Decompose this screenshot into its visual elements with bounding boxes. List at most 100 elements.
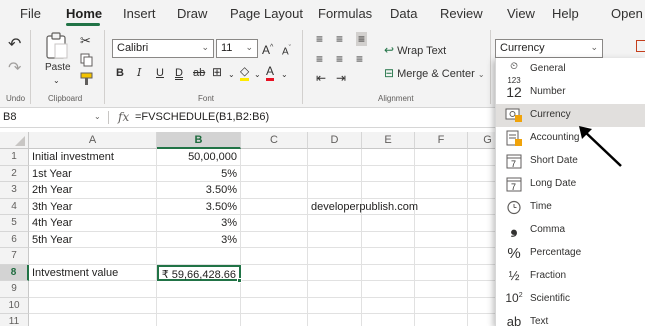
grid-cell[interactable]: [157, 297, 241, 314]
paste-icon[interactable]: [44, 32, 70, 60]
grid-cell[interactable]: [308, 281, 362, 298]
tab-data[interactable]: Data: [390, 6, 417, 21]
grid-cell[interactable]: [241, 281, 308, 298]
grid-cell[interactable]: [241, 297, 308, 314]
row-header-2[interactable]: 2: [0, 165, 29, 182]
format-scientific[interactable]: 102 Scientific: [496, 288, 645, 311]
format-text[interactable]: ab Text: [496, 311, 645, 326]
cell-a8[interactable]: Intvestment value: [29, 264, 157, 281]
grid-cell[interactable]: [362, 149, 415, 166]
grid-cell[interactable]: [415, 248, 468, 265]
grid-cell[interactable]: [308, 149, 362, 166]
grid-cell[interactable]: [308, 215, 362, 232]
cell-a2[interactable]: 1st Year: [29, 165, 157, 182]
grid-cell[interactable]: [308, 264, 362, 281]
row-header-1[interactable]: 1: [0, 149, 29, 166]
grid-cell[interactable]: [362, 264, 415, 281]
fx-icon[interactable]: fx: [118, 110, 129, 124]
grid-cell[interactable]: [308, 231, 362, 248]
row-header-4[interactable]: 4: [0, 198, 29, 215]
wrap-text-button[interactable]: ↩ Wrap Text: [384, 43, 446, 57]
cell-a5[interactable]: 4th Year: [29, 215, 157, 232]
strikethrough-icon[interactable]: ab: [193, 66, 205, 80]
paste-button[interactable]: Paste: [45, 62, 71, 73]
row-header-11[interactable]: 11: [0, 314, 29, 326]
grid-cell[interactable]: [415, 149, 468, 166]
decrease-indent-icon[interactable]: ⇤: [316, 71, 326, 85]
cell-b5[interactable]: 3%: [157, 215, 241, 232]
grid-cell[interactable]: [241, 264, 308, 281]
font-size-dropdown[interactable]: 11 ⌄: [216, 39, 258, 58]
cell-a1[interactable]: Initial investment: [29, 149, 157, 166]
tab-open-in[interactable]: Open i: [611, 6, 645, 21]
grid-cell[interactable]: [241, 248, 308, 265]
grid-cell[interactable]: [415, 215, 468, 232]
format-time[interactable]: Time: [496, 196, 645, 219]
grid-cell[interactable]: [362, 231, 415, 248]
grid-cell[interactable]: [362, 314, 415, 326]
grid-cell[interactable]: [29, 281, 157, 298]
cut-icon[interactable]: ✂: [80, 34, 91, 48]
grid-cell[interactable]: [415, 198, 468, 215]
name-box[interactable]: B8: [3, 111, 16, 123]
format-long-date[interactable]: 7 Long Date: [496, 173, 645, 196]
font-color-icon[interactable]: A: [266, 64, 275, 81]
bold-icon[interactable]: B: [116, 66, 124, 80]
increase-indent-icon[interactable]: ⇥: [336, 71, 346, 85]
grid-cell[interactable]: [157, 248, 241, 265]
tab-formulas[interactable]: Formulas: [318, 6, 372, 21]
cell-b3[interactable]: 3.50%: [157, 182, 241, 199]
grid-cell[interactable]: [241, 231, 308, 248]
chevron-down-icon[interactable]: ⌄: [228, 68, 235, 82]
increase-font-icon[interactable]: A^: [262, 41, 273, 57]
row-header-6[interactable]: 6: [0, 231, 29, 248]
grid-cell[interactable]: [415, 297, 468, 314]
grid-cell[interactable]: [308, 248, 362, 265]
grid-cell[interactable]: [415, 281, 468, 298]
tab-view[interactable]: View: [507, 6, 535, 21]
align-left-icon[interactable]: ≡: [316, 52, 323, 66]
chevron-down-icon[interactable]: ⌄: [254, 68, 261, 82]
grid-cell[interactable]: [29, 314, 157, 326]
format-painter-icon[interactable]: [80, 72, 94, 86]
column-header-e[interactable]: E: [362, 132, 415, 149]
row-header-9[interactable]: 9: [0, 281, 29, 298]
grid-cell[interactable]: [241, 165, 308, 182]
format-general[interactable]: ⏲123 General: [496, 58, 645, 85]
bottom-align-icon[interactable]: ≡: [356, 32, 368, 46]
row-header-10[interactable]: 10: [0, 297, 29, 314]
cell-d4[interactable]: developerpublish.com: [308, 199, 418, 215]
copy-icon[interactable]: [80, 53, 94, 67]
grid-cell[interactable]: [415, 165, 468, 182]
format-fraction[interactable]: ½ Fraction: [496, 265, 645, 288]
fill-handle[interactable]: [237, 278, 242, 283]
format-percentage[interactable]: % Percentage: [496, 242, 645, 265]
tab-help[interactable]: Help: [552, 6, 579, 21]
formula-input[interactable]: =FVSCHEDULE(B1,B2:B6): [135, 111, 269, 123]
cell-b4[interactable]: 3.50%: [157, 198, 241, 215]
grid-cell[interactable]: [362, 248, 415, 265]
chevron-down-icon[interactable]: ⌄: [53, 74, 60, 88]
grid-cell[interactable]: [362, 297, 415, 314]
underline-icon[interactable]: U: [156, 66, 164, 80]
chevron-down-icon[interactable]: ⌄: [94, 112, 101, 121]
cell-b6[interactable]: 3%: [157, 231, 241, 248]
align-right-icon[interactable]: ≡: [356, 52, 363, 66]
tab-draw[interactable]: Draw: [177, 6, 207, 21]
grid-cell[interactable]: [241, 182, 308, 199]
cell-b1[interactable]: 50,00,000: [157, 149, 241, 166]
grid-cell[interactable]: [308, 314, 362, 326]
middle-align-icon[interactable]: ≡: [336, 32, 343, 46]
redo-icon[interactable]: ↷: [8, 61, 21, 77]
format-comma[interactable]: ❟ Comma: [496, 217, 645, 242]
decrease-font-icon[interactable]: Aˇ: [282, 42, 291, 59]
grid-cell[interactable]: [308, 182, 362, 199]
grid-cell[interactable]: [241, 198, 308, 215]
grid-cell[interactable]: [308, 297, 362, 314]
font-name-dropdown[interactable]: Calibri ⌄: [112, 39, 214, 58]
tab-page-layout[interactable]: Page Layout: [230, 6, 303, 21]
grid-cell[interactable]: [362, 215, 415, 232]
column-header-a[interactable]: A: [29, 132, 157, 149]
grid-cell[interactable]: [362, 165, 415, 182]
row-header-7[interactable]: 7: [0, 248, 29, 265]
